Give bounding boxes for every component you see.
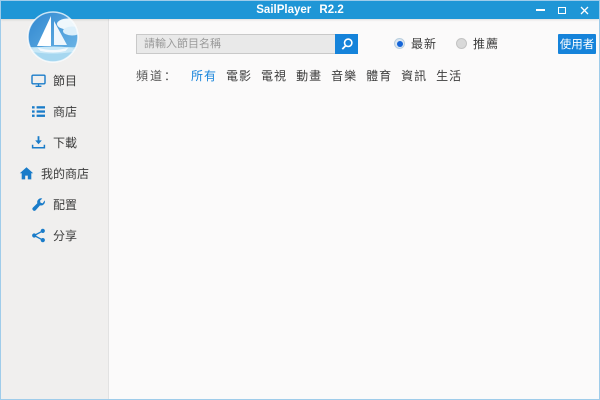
sidebar-menu: 節目 商店 下載 我的商店 配置 分享 <box>1 65 107 251</box>
sidebar-item-label: 下載 <box>52 136 77 150</box>
channel-items: 所有 電影 電視 動畫 音樂 體育 資訊 生活 <box>191 67 462 84</box>
share-icon <box>32 228 45 243</box>
minimize-button[interactable] <box>529 1 551 19</box>
minimize-icon <box>535 9 545 11</box>
sidebar-item-my-store[interactable]: 我的商店 <box>1 158 107 189</box>
titlebar: SailPlayer R2.2 <box>1 1 599 19</box>
user-button[interactable]: 使用者 <box>558 33 596 54</box>
sidebar-item-label: 配置 <box>52 198 77 212</box>
channel-filter-label: 頻道： <box>136 69 179 83</box>
channel-item[interactable]: 體育 <box>366 67 392 84</box>
channel-item[interactable]: 生活 <box>436 67 462 84</box>
channel-filter: 頻道： 所有 電影 電視 動畫 音樂 體育 資訊 生活 <box>136 67 462 84</box>
sort-option-recommended[interactable]: 推薦 <box>456 35 499 52</box>
window-controls <box>529 1 595 19</box>
monitor-icon <box>31 74 46 87</box>
sidebar-item-label: 我的商店 <box>40 167 89 181</box>
sidebar-item-label: 分享 <box>52 229 77 243</box>
channel-item[interactable]: 資訊 <box>401 67 427 84</box>
sidebar: 節目 商店 下載 我的商店 配置 分享 <box>1 19 109 399</box>
search-button[interactable] <box>335 33 358 54</box>
sidebar-item-label: 商店 <box>52 105 77 119</box>
download-icon <box>31 136 46 149</box>
close-button[interactable] <box>573 1 595 19</box>
sidebar-item-store[interactable]: 商店 <box>1 96 107 127</box>
sidebar-item-settings[interactable]: 配置 <box>1 189 107 220</box>
window-title: SailPlayer R2.2 <box>256 4 344 16</box>
sort-option-latest[interactable]: 最新 <box>394 35 437 52</box>
close-icon <box>580 6 588 14</box>
sidebar-item-label: 節目 <box>52 74 77 88</box>
sailboat-logo <box>27 11 79 63</box>
channel-item[interactable]: 電影 <box>226 67 252 84</box>
search-input[interactable] <box>136 33 335 54</box>
magnifier-icon <box>341 37 353 50</box>
sidebar-item-programs[interactable]: 節目 <box>1 65 107 96</box>
main-content: 最新 推薦 使用者 頻道： 所有 電影 電視 動畫 <box>109 19 599 399</box>
toolbar: 最新 推薦 使用者 <box>136 33 596 54</box>
sort-option-label: 最新 <box>411 37 438 51</box>
radio-unselected-icon <box>456 38 468 49</box>
channel-item[interactable]: 所有 <box>191 67 217 84</box>
maximize-button[interactable] <box>551 1 573 19</box>
sort-option-label: 推薦 <box>473 37 500 51</box>
list-icon <box>31 106 45 117</box>
channel-item[interactable]: 電視 <box>261 67 287 84</box>
radio-selected-icon <box>394 38 405 49</box>
sidebar-item-download[interactable]: 下載 <box>1 127 107 158</box>
wrench-icon <box>32 198 45 211</box>
maximize-icon <box>558 6 566 14</box>
channel-item[interactable]: 音樂 <box>331 67 357 84</box>
sort-options: 最新 推薦 <box>394 35 499 52</box>
channel-item[interactable]: 動畫 <box>296 67 322 84</box>
home-icon <box>19 167 34 180</box>
search-bar <box>136 33 358 54</box>
app-window: SailPlayer R2.2 節目 商店 下載 我的商店 配置 分享 請輸入節… <box>0 0 600 400</box>
sidebar-item-share[interactable]: 分享 <box>1 220 107 251</box>
